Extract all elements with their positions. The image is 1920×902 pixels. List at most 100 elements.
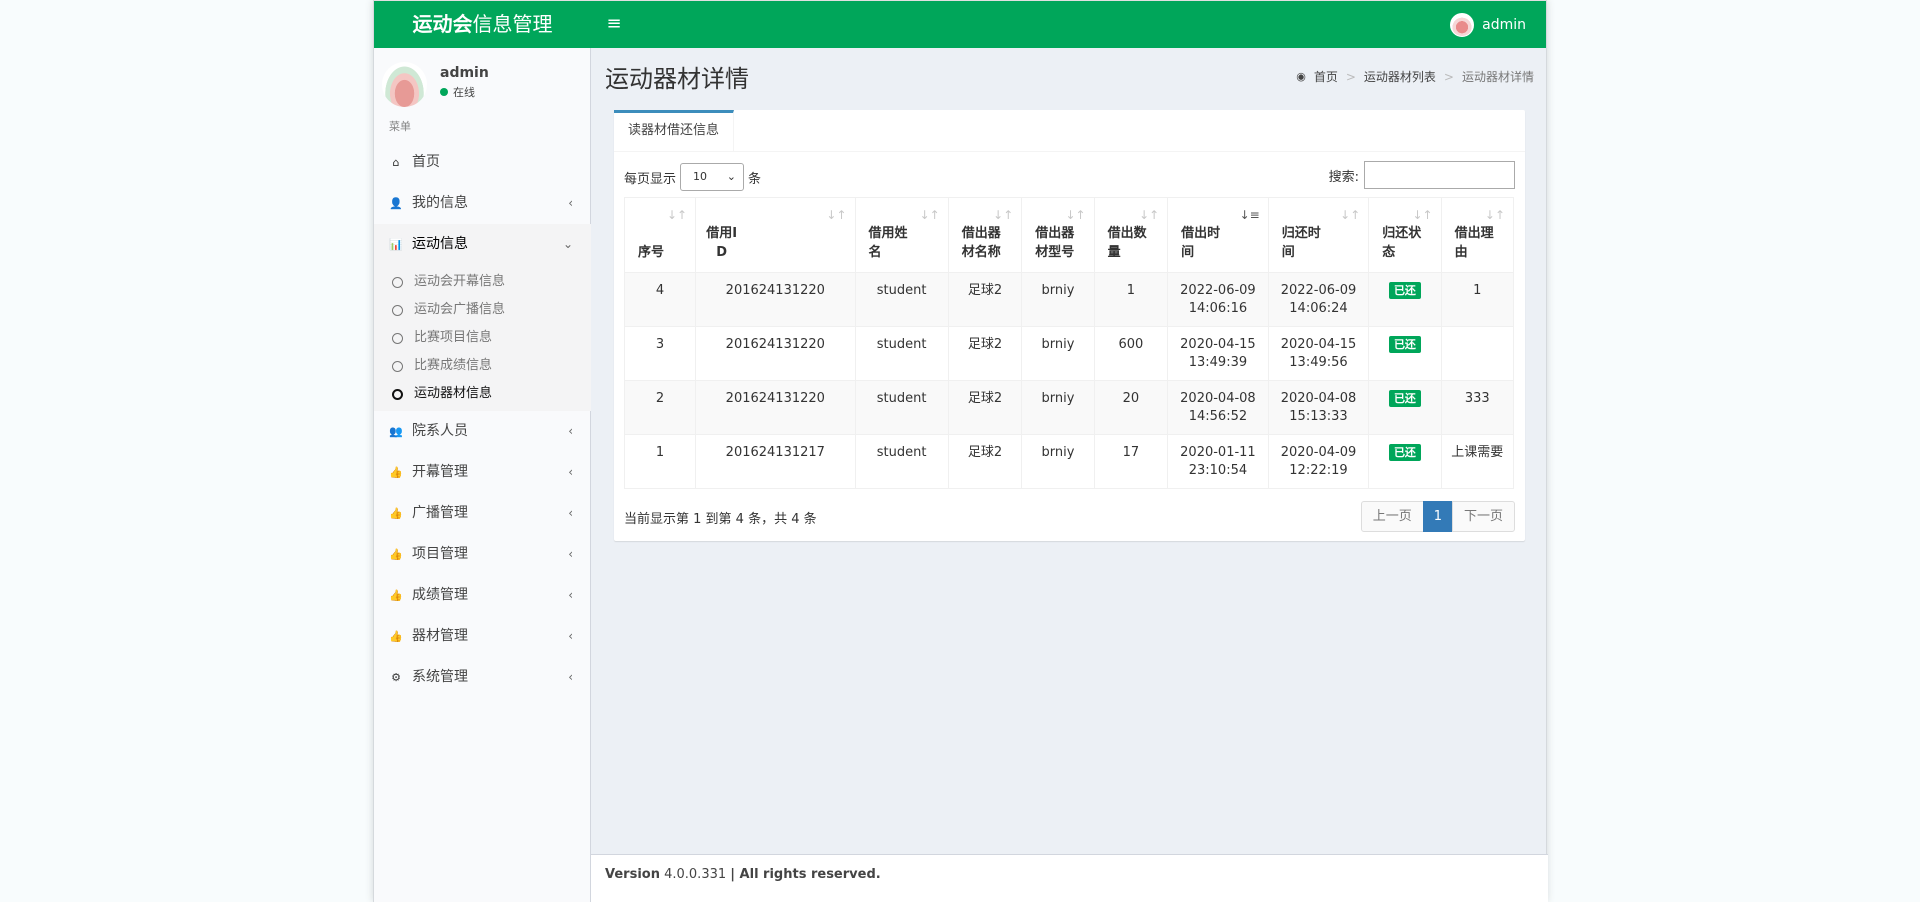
submenu-item-3[interactable]: 比赛成绩信息: [374, 352, 591, 380]
chevron-left-icon: ‹: [568, 629, 573, 643]
sidebar-item-label: 我的信息: [412, 195, 468, 211]
page-1-button[interactable]: 1: [1422, 501, 1453, 532]
breadcrumb: ◉ 首页 > 运动器材列表 > 运动器材详情: [1296, 68, 1534, 85]
chevron-left-icon: ‹: [568, 588, 573, 602]
app-logo[interactable]: 运动会信息管理: [374, 1, 591, 48]
column-header[interactable]: 借出时间 ↓≡: [1167, 197, 1269, 273]
sidebar-item-7[interactable]: 👍 成绩管理 ‹: [374, 575, 591, 616]
status-badge: 已还: [1388, 336, 1421, 353]
sidebar-item-4[interactable]: 👍 开幕管理 ‹: [374, 452, 591, 493]
sidebar-item-3[interactable]: 👥 院系人员 ‹: [374, 411, 591, 452]
table-cell: 1: [623, 434, 697, 489]
breadcrumb-list[interactable]: 运动器材列表: [1364, 68, 1436, 85]
breadcrumb-home[interactable]: 首页: [1314, 68, 1338, 85]
thumbs-up-icon: 👍: [389, 630, 403, 643]
table-cell: 2020-04-15 13:49:56: [1267, 326, 1370, 381]
top-navbar: 运动会信息管理 ≡ admin: [374, 0, 1546, 48]
pagination: 上一页 1 下一页: [1360, 501, 1515, 532]
sidebar-item-8[interactable]: 👍 器材管理 ‹: [374, 616, 591, 657]
table-cell: 2: [623, 380, 697, 435]
column-header[interactable]: 归还状态 ↓↑: [1368, 197, 1442, 273]
footer: Version 4.0.0.331 | All rights reserved.: [591, 854, 1548, 902]
chevron-left-icon: ‹: [568, 506, 573, 520]
table-cell: 1: [1440, 272, 1515, 327]
page-length-select[interactable]: 10 ⌄: [680, 163, 745, 191]
table-cell: 1: [1093, 272, 1169, 327]
bar-chart-icon: 📊: [389, 238, 403, 251]
table-cell: 2020-01-11 23:10:54: [1167, 434, 1269, 489]
page-title: 运动器材详情: [605, 65, 749, 93]
sidebar-item-6[interactable]: 👍 项目管理 ‹: [374, 534, 591, 575]
tab-loan-info[interactable]: 读器材借还信息: [614, 110, 735, 152]
chevron-left-icon: ‹: [568, 424, 573, 438]
sidebar-item-2[interactable]: 📊 运动信息 ⌄: [374, 224, 591, 265]
sort-icon: ↓↑: [993, 208, 1014, 222]
table-cell: student: [854, 434, 949, 489]
table-cell: 2020-04-08 14:56:52: [1167, 380, 1269, 435]
online-status: 在线: [440, 84, 475, 100]
table-cell: student: [854, 326, 949, 381]
breadcrumb-current: 运动器材详情: [1461, 70, 1534, 84]
sort-icon: ↓↑: [667, 208, 688, 222]
submenu-item-2[interactable]: 比赛项目信息: [374, 324, 591, 352]
column-header[interactable]: 借用姓名 ↓↑: [854, 197, 949, 273]
main-content: 运动器材详情 ◉ 首页 > 运动器材列表 > 运动器材详情 读器材借还信息 每页…: [591, 48, 1548, 854]
circle-icon: [392, 388, 403, 400]
table-cell: 足球2: [947, 326, 1023, 381]
sidebar-item-label: 系统管理: [412, 669, 468, 685]
column-header[interactable]: 借出器材名称 ↓↑: [947, 197, 1023, 273]
next-page-button[interactable]: 下一页: [1451, 501, 1515, 532]
table-cell: 20: [1093, 380, 1169, 435]
sidebar-item-1[interactable]: 👤 我的信息 ‹: [374, 183, 591, 224]
sidebar-item-label: 首页: [412, 154, 440, 170]
table-cell: [1440, 326, 1515, 381]
sort-desc-icon: ↓≡: [1239, 208, 1260, 222]
submenu-item-1[interactable]: 运动会广播信息: [374, 296, 591, 324]
sidebar-item-9[interactable]: ⚙ 系统管理 ‹: [374, 657, 591, 698]
table-row: 2 201624131220 student 足球2 brniy 20 2020-04-08…: [623, 380, 1515, 435]
sidebar-item-0[interactable]: ⌂ 首页: [374, 142, 591, 183]
sidebar-item-label: 运动信息: [412, 236, 468, 252]
loan-info-box: 读器材借还信息 每页显示 10 ⌄ 条 搜索: 序号 ↓↑ 借用ID ↓↑ 借用姓名 ↓↑ 借…: [614, 110, 1525, 541]
table-cell: 已还: [1368, 380, 1442, 435]
column-header[interactable]: 借出理由 ↓↑: [1440, 197, 1515, 273]
sort-icon: ↓↑: [919, 208, 940, 222]
table-info: 当前显示第 1 到第 4 条，共 4 条: [624, 512, 817, 527]
sidebar-toggle-icon[interactable]: ≡: [604, 13, 624, 35]
table-cell: 17: [1093, 434, 1169, 489]
sidebar-item-label: 开幕管理: [412, 464, 468, 480]
status-badge: 已还: [1388, 444, 1421, 461]
submenu-item-0[interactable]: 运动会开幕信息: [374, 268, 591, 296]
chevron-down-icon: ⌄: [726, 170, 737, 183]
user-panel-name: admin: [440, 65, 489, 81]
column-header[interactable]: 借用ID ↓↑: [695, 197, 856, 273]
gear-icon: ⚙: [391, 671, 401, 684]
table-cell: student: [854, 380, 949, 435]
circle-icon: [392, 332, 403, 344]
table-cell: 足球2: [947, 272, 1023, 327]
table-cell: 201624131220: [695, 326, 856, 381]
column-header[interactable]: 借出器材型号 ↓↑: [1021, 197, 1095, 273]
table-body: 4 201624131220 student 足球2 brniy 1 2022-06-09 …: [623, 272, 1515, 489]
prev-page-button[interactable]: 上一页: [1360, 501, 1424, 532]
table-cell: 已还: [1368, 326, 1442, 381]
column-header[interactable]: 归还时间 ↓↑: [1267, 197, 1370, 273]
submenu-item-4[interactable]: 运动器材信息: [374, 380, 591, 408]
user-menu[interactable]: admin: [1450, 13, 1526, 37]
home-icon: ⌂: [392, 156, 400, 169]
sidebar-item-5[interactable]: 👍 广播管理 ‹: [374, 493, 591, 534]
search-input[interactable]: [1364, 161, 1515, 189]
table-cell: brniy: [1021, 380, 1095, 435]
sidebar-item-label: 院系人员: [412, 423, 468, 439]
sort-icon: ↓↑: [826, 208, 847, 222]
table-cell: 已还: [1368, 434, 1442, 489]
table-cell: student: [854, 272, 949, 327]
column-header[interactable]: 借出数量 ↓↑: [1093, 197, 1169, 273]
table-cell: 2020-04-09 12:22:19: [1267, 434, 1370, 489]
table-cell: 2022-06-09 14:06:16: [1167, 272, 1269, 327]
status-badge: 已还: [1388, 282, 1421, 299]
circle-icon: [392, 276, 403, 288]
user-panel: admin 在线: [382, 62, 582, 108]
column-header[interactable]: 序号 ↓↑: [623, 197, 697, 273]
page-length: 每页显示 10 ⌄ 条: [624, 163, 761, 191]
